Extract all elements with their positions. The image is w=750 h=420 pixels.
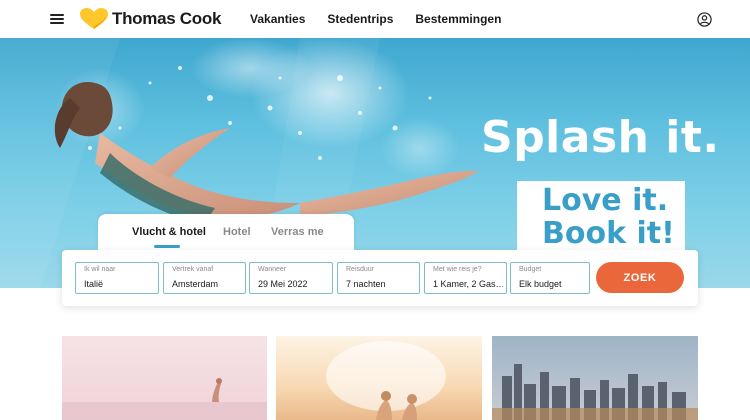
hero-subline-love: Love it. — [542, 183, 669, 218]
date-label: Wanneer — [258, 266, 287, 273]
departure-label: Vertrek vanaf — [172, 266, 214, 273]
date-field[interactable]: Wanneer 29 Mei 2022 — [249, 262, 333, 294]
brand-name: Thomas Cook — [112, 9, 222, 28]
tab-hotel[interactable]: Hotel — [223, 226, 251, 238]
site-header: Thomas Cook Vakanties Stedentrips Bestem… — [0, 0, 750, 38]
main-nav: Vakanties Stedentrips Bestemmingen — [250, 12, 501, 26]
budget-label: Budget — [519, 266, 542, 273]
search-panel: Ik wil naar Italië Vertrek vanaf Amsterd… — [62, 250, 698, 306]
destination-field[interactable]: Ik wil naar Italië — [75, 262, 159, 294]
travellers-label: Met wie reis je? — [433, 266, 482, 273]
promo-card-sunset[interactable] — [276, 336, 482, 420]
sunset-friends-image — [276, 336, 482, 420]
nav-bestemmingen[interactable]: Bestemmingen — [415, 12, 501, 26]
nav-vakanties[interactable]: Vakanties — [250, 12, 305, 26]
destination-label: Ik wil naar — [84, 266, 116, 273]
search-tabs: Vlucht & hotel Hotel Verras me — [98, 214, 354, 250]
duration-field[interactable]: Reisduur 7 nachten — [337, 262, 420, 294]
date-value: 29 Mei 2022 — [258, 279, 308, 289]
destination-value: Italië — [84, 279, 104, 289]
hero-headline: Splash it. — [481, 112, 720, 163]
tab-vlucht-hotel[interactable]: Vlucht & hotel — [132, 226, 206, 238]
account-icon[interactable] — [697, 12, 712, 27]
budget-field[interactable]: Budget Elk budget — [510, 262, 590, 294]
active-tab-indicator — [154, 245, 180, 248]
heart-logo-icon — [80, 8, 108, 29]
hero-subline-book: Book it! — [542, 216, 675, 251]
departure-field[interactable]: Vertrek vanaf Amsterdam — [163, 262, 246, 294]
thomas-cook-logo[interactable]: Thomas Cook — [79, 7, 221, 31]
hamburger-menu-icon[interactable] — [50, 13, 64, 25]
city-skyline-image — [492, 336, 698, 420]
search-button[interactable]: ZOEK — [596, 262, 684, 293]
budget-value: Elk budget — [519, 279, 562, 289]
beach-swimmer-image — [62, 336, 267, 420]
duration-label: Reisduur — [346, 266, 375, 273]
promo-card-beach[interactable] — [62, 336, 267, 420]
tab-verras-me[interactable]: Verras me — [271, 226, 324, 238]
duration-value: 7 nachten — [346, 279, 386, 289]
promo-card-city[interactable] — [492, 336, 698, 420]
nav-stedentrips[interactable]: Stedentrips — [327, 12, 393, 26]
departure-value: Amsterdam — [172, 279, 219, 289]
travellers-value: 1 Kamer, 2 Gas… — [433, 279, 503, 289]
travellers-field[interactable]: Met wie reis je? 1 Kamer, 2 Gas… — [424, 262, 507, 294]
